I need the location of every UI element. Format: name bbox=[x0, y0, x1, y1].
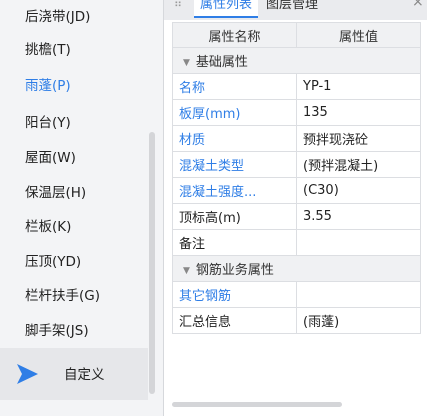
sidebar-item-custom[interactable]: 自定义 bbox=[0, 348, 148, 400]
collapse-caret-icon[interactable]: ▼ bbox=[183, 266, 190, 276]
group-title: 基础属性 bbox=[195, 55, 248, 70]
sidebar-item-custom-label: 自定义 bbox=[64, 367, 105, 383]
panel-horizontal-scrollbar[interactable] bbox=[172, 402, 342, 407]
table-row: 混凝土强度... (C30) bbox=[172, 177, 421, 204]
property-name: 板厚(mm) bbox=[172, 99, 297, 126]
property-name: 材质 bbox=[172, 125, 297, 152]
sidebar-item-langan[interactable]: 栏杆扶手(G) bbox=[25, 285, 100, 307]
property-value-input[interactable]: 3.55 bbox=[296, 203, 421, 230]
property-name: 混凝土类型 bbox=[172, 151, 297, 178]
sidebar-item-jiaoshoujia[interactable]: 脚手架(JS) bbox=[25, 320, 89, 342]
property-name: 其它钢筋 bbox=[172, 281, 297, 308]
table-row: 板厚(mm) 135 bbox=[172, 99, 421, 126]
group-title: 钢筋业务属性 bbox=[195, 263, 274, 278]
sidebar-item-yading[interactable]: 压顶(YD) bbox=[25, 251, 81, 273]
table-row: 顶标高(m) 3.55 bbox=[172, 203, 421, 230]
component-sidebar: 后浇带(JD) 挑檐(T) 雨蓬(P) 阳台(Y) 屋面(W) 保温层(H) 栏… bbox=[0, 0, 158, 416]
property-table: 属性名称 属性值 ▼ 基础属性 名称 YP-1 板厚(mm) 135 材质 预拌现… bbox=[172, 22, 421, 334]
table-header-row: 属性名称 属性值 bbox=[172, 22, 421, 48]
property-value-input[interactable]: (雨蓬) bbox=[296, 307, 421, 334]
property-value-input[interactable]: YP-1 bbox=[296, 73, 421, 100]
table-row: 其它钢筋 bbox=[172, 281, 421, 308]
table-row: 混凝土类型 (预拌混凝土) bbox=[172, 151, 421, 178]
group-row-basic[interactable]: ▼ 基础属性 bbox=[172, 47, 421, 74]
sidebar-scrollbar[interactable] bbox=[149, 132, 155, 394]
property-value-input[interactable]: (预拌混凝土) bbox=[296, 151, 421, 178]
drag-grip-icon[interactable]: ⠿ bbox=[174, 0, 183, 10]
property-name: 顶标高(m) bbox=[172, 203, 297, 230]
property-value-input[interactable] bbox=[296, 281, 421, 308]
property-name: 名称 bbox=[172, 73, 297, 100]
sidebar-item-baowenceng[interactable]: 保温层(H) bbox=[25, 182, 86, 204]
table-row: 材质 预拌现浇砼 bbox=[172, 125, 421, 152]
sidebar-item-tiaoyan[interactable]: 挑檐(T) bbox=[25, 39, 71, 61]
close-icon[interactable]: × bbox=[412, 0, 424, 10]
sidebar-item-houjiaodai[interactable]: 后浇带(JD) bbox=[25, 6, 90, 28]
play-icon bbox=[17, 364, 38, 384]
table-row: 名称 YP-1 bbox=[172, 73, 421, 100]
property-panel: ⠿ 属性列表 图层管理 × 属性名称 属性值 ▼ 基础属性 名称 YP-1 板厚(… bbox=[163, 0, 427, 416]
panel-tabbar: ⠿ 属性列表 图层管理 × bbox=[164, 0, 427, 20]
sidebar-item-yupeng[interactable]: 雨蓬(P) bbox=[25, 75, 71, 97]
table-row: 备注 bbox=[172, 229, 421, 256]
tab-layer-management[interactable]: 图层管理 bbox=[260, 0, 324, 18]
property-value-input[interactable]: (C30) bbox=[296, 177, 421, 204]
property-name: 混凝土强度... bbox=[172, 177, 297, 204]
table-row: 汇总信息 (雨蓬) bbox=[172, 307, 421, 334]
property-name: 备注 bbox=[172, 229, 297, 256]
property-value-input[interactable] bbox=[296, 229, 421, 256]
tab-property-list[interactable]: 属性列表 bbox=[194, 0, 259, 18]
group-row-rebar[interactable]: ▼ 钢筋业务属性 bbox=[172, 255, 421, 282]
sidebar-item-lanban[interactable]: 栏板(K) bbox=[25, 216, 71, 238]
property-value-input[interactable]: 135 bbox=[296, 99, 421, 126]
column-header-name: 属性名称 bbox=[172, 22, 297, 48]
property-value-input[interactable]: 预拌现浇砼 bbox=[296, 125, 421, 152]
sidebar-item-yangtai[interactable]: 阳台(Y) bbox=[25, 112, 71, 134]
sidebar-item-wumian[interactable]: 屋面(W) bbox=[25, 147, 76, 169]
property-name: 汇总信息 bbox=[172, 307, 297, 334]
collapse-caret-icon[interactable]: ▼ bbox=[183, 58, 190, 68]
column-header-value: 属性值 bbox=[296, 22, 421, 48]
